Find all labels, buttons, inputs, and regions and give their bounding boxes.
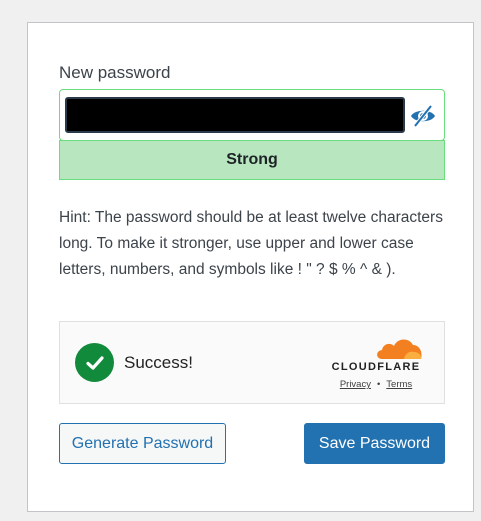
password-strength-meter: Strong [59,140,445,180]
success-check-icon [75,343,114,382]
cloudflare-cloud-icon [377,339,422,359]
password-hint: Hint: The password should be at least tw… [59,209,443,278]
cloudflare-links: Privacy • Terms [328,379,424,390]
new-password-label: New password [59,63,171,82]
cloudflare-logo: CLOUDFLARE Privacy • Terms [328,335,422,395]
link-separator: • [376,379,381,390]
password-input-wrapper [59,89,445,141]
generate-password-button[interactable]: Generate Password [59,423,226,464]
password-reset-card: New password Strong Hint: The password s… [27,22,474,512]
new-password-input[interactable] [65,97,405,133]
toggle-password-visibility-button[interactable] [408,102,438,130]
cloudflare-wordmark: CLOUDFLARE [331,361,421,373]
captcha-status-text: Success! [124,353,193,372]
save-password-button[interactable]: Save Password [304,423,445,464]
privacy-link[interactable]: Privacy [340,379,371,390]
eye-slash-icon [411,104,435,128]
cloudflare-turnstile-widget: Success! CLOUDFLARE Privacy • Terms [59,321,445,404]
terms-link[interactable]: Terms [386,379,412,390]
